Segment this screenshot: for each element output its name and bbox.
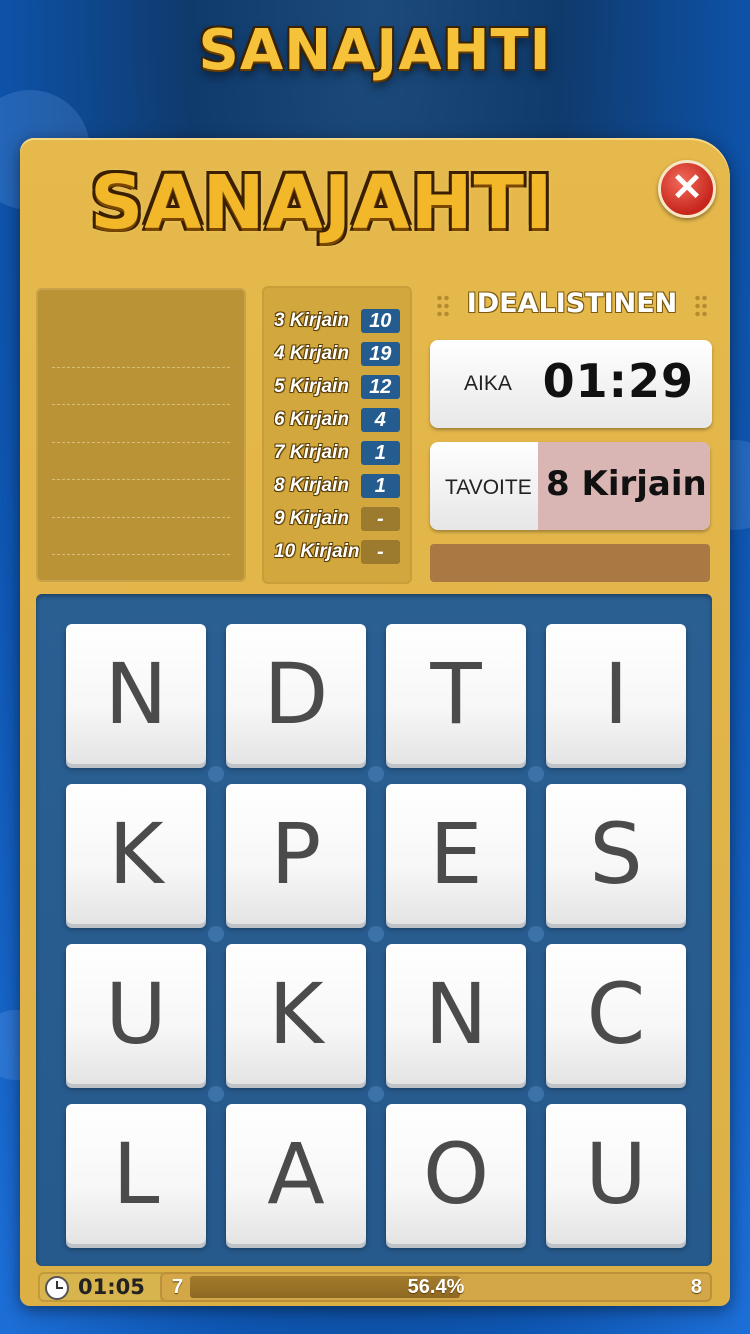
word-count-label: 6 Kirjain — [274, 408, 349, 430]
word-count-label: 10 Kirjain — [274, 540, 360, 562]
board-connector — [528, 1086, 544, 1102]
letter-tile[interactable]: O — [386, 1104, 526, 1244]
word-count-value: - — [360, 506, 400, 531]
word-count-label: 9 Kirjain — [274, 507, 349, 529]
word-slot — [52, 518, 230, 555]
word-count-row: 7 Kirjain 1 — [274, 436, 400, 469]
grip-dots-right — [694, 294, 708, 318]
word-count-label: 5 Kirjain — [274, 375, 349, 397]
board-connector — [208, 926, 224, 942]
letter-tile[interactable]: C — [546, 944, 686, 1084]
footer-timer-value: 01:05 — [78, 1275, 145, 1299]
word-count-value: 19 — [360, 341, 400, 366]
letter-tile[interactable]: U — [546, 1104, 686, 1244]
letter-tile[interactable]: U — [66, 944, 206, 1084]
difficulty-label: IDEALISTINEN — [466, 288, 678, 319]
word-count-row: 3 Kirjain 10 — [274, 304, 400, 337]
letter-tile[interactable]: P — [226, 784, 366, 924]
panel-title: SANAJAHTI — [90, 160, 554, 246]
letter-tile[interactable]: L — [66, 1104, 206, 1244]
word-count-table: 3 Kirjain 10 4 Kirjain 19 5 Kirjain 12 6 Kirja… — [262, 286, 412, 584]
footer-timer: 01:05 — [38, 1272, 168, 1302]
word-count-value: - — [360, 539, 400, 564]
time-label: AIKA — [464, 372, 512, 395]
word-count-row: 10 Kirjain - — [274, 535, 400, 568]
word-slot — [52, 368, 230, 405]
word-count-label: 4 Kirjain — [274, 342, 349, 364]
target-label: TAVOITE — [445, 476, 532, 499]
letter-tile[interactable]: N — [386, 944, 526, 1084]
time-card: AIKA 01:29 — [430, 340, 712, 428]
letter-tile[interactable]: E — [386, 784, 526, 924]
board-connector — [368, 926, 384, 942]
word-slot — [52, 405, 230, 443]
letter-tile[interactable]: I — [546, 624, 686, 764]
current-word-bar — [430, 544, 710, 582]
board-connector — [368, 1086, 384, 1102]
close-button[interactable]: ✕ — [658, 160, 716, 218]
letter-board[interactable]: NDTIKPESUKNCLAOU — [36, 594, 712, 1266]
letter-tile[interactable]: D — [226, 624, 366, 764]
word-count-value: 1 — [360, 440, 400, 465]
game-panel: SANAJAHTI ✕ 3 Kirjain 10 4 Kirjain 19 5 Kirj… — [20, 138, 730, 1306]
time-value: 01:29 — [542, 354, 694, 408]
close-icon: ✕ — [671, 167, 703, 209]
found-words-list — [36, 288, 246, 582]
letter-tile[interactable]: K — [66, 784, 206, 924]
target-value: 8 Kirjain — [546, 464, 707, 504]
board-connector — [528, 926, 544, 942]
word-count-row: 8 Kirjain 1 — [274, 469, 400, 502]
word-count-value: 4 — [360, 407, 400, 432]
word-count-label: 7 Kirjain — [274, 441, 349, 463]
board-connector — [528, 766, 544, 782]
app-title: SANAJAHTI — [198, 18, 552, 83]
word-count-row: 9 Kirjain - — [274, 502, 400, 535]
word-slot — [52, 480, 230, 518]
target-card: TAVOITE 8 Kirjain — [430, 442, 710, 530]
board-connector — [208, 1086, 224, 1102]
progress-end: 8 — [690, 1276, 702, 1298]
letter-tile[interactable]: K — [226, 944, 366, 1084]
letter-tile[interactable]: N — [66, 624, 206, 764]
letter-tile[interactable]: T — [386, 624, 526, 764]
word-count-value: 12 — [360, 374, 400, 399]
progress-percent: 56.4% — [407, 1276, 465, 1298]
word-count-value: 1 — [360, 473, 400, 498]
letter-tile[interactable]: A — [226, 1104, 366, 1244]
board-connector — [208, 766, 224, 782]
word-count-value: 10 — [360, 308, 400, 333]
word-slot — [52, 443, 230, 480]
board-connector — [368, 766, 384, 782]
letter-tile[interactable]: S — [546, 784, 686, 924]
progress-bar: 7 56.4% 8 — [160, 1272, 712, 1302]
word-count-row: 6 Kirjain 4 — [274, 403, 400, 436]
word-count-label: 3 Kirjain — [274, 309, 349, 331]
word-count-row: 5 Kirjain 12 — [274, 370, 400, 403]
word-slot — [52, 330, 230, 368]
word-count-label: 8 Kirjain — [274, 474, 349, 496]
word-count-row: 4 Kirjain 19 — [274, 337, 400, 370]
clock-icon — [45, 1276, 69, 1300]
